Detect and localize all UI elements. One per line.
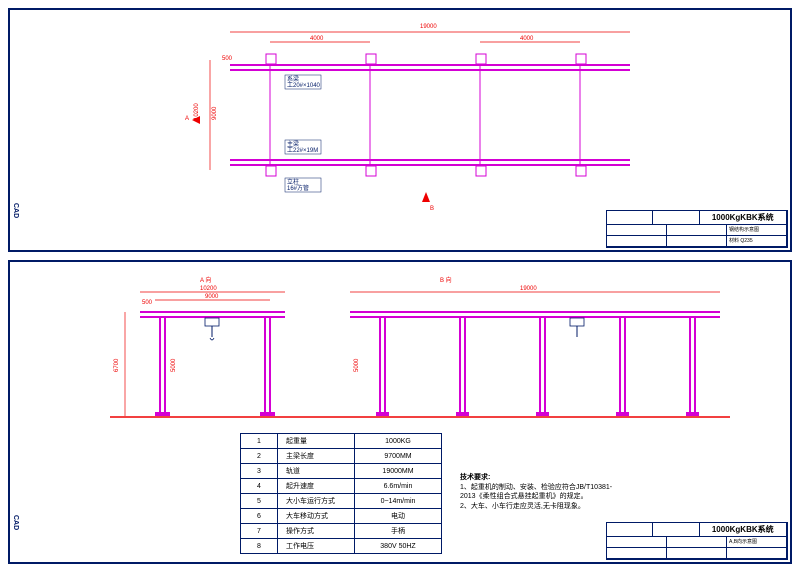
dim-end-offset: 500 (222, 56, 233, 62)
dim-a-span: 9000 (205, 294, 219, 300)
elev-label-a: A 向 (200, 276, 211, 284)
notes-line1: 1、起重机的制动、安装、检验应符合JB/T10381-2013《柔性组合式悬挂起… (460, 483, 620, 503)
dim-span-c: 4000 (520, 36, 534, 42)
tb-material: 材料 Q235 (727, 236, 787, 246)
notes-heading: 技术要求: (460, 473, 620, 483)
elev-label-b: B 向 (440, 276, 452, 284)
dim-total-length: 19000 (420, 24, 437, 30)
note-1a: 系梁 (287, 75, 299, 83)
dim-a-height: 6700 (114, 358, 120, 372)
tb-title: 1000KgKBK系统 (700, 211, 788, 224)
note-2a: 主梁 (287, 140, 299, 148)
label-b: B (430, 206, 434, 212)
dim-a-clear: 5000 (171, 358, 177, 372)
tb-subtitle-top: 钢结构示意图 (727, 225, 787, 235)
notes-line2: 2、大车、小车行走应灵活,无卡阻现象。 (460, 502, 620, 512)
dim-width-inner: 9000 (212, 106, 218, 120)
dim-span-a: 4000 (310, 36, 324, 42)
label-a: A (185, 116, 189, 122)
elevation-frame: CAD A 向 B 向 10200 9000 500 6700 5000 190… (8, 260, 792, 564)
title-block-top: 1000KgKBK系统 钢结构示意图 材料 Q235 (606, 210, 788, 248)
tech-notes: 技术要求: 1、起重机的制动、安装、检验应符合JB/T10381-2013《柔性… (460, 473, 620, 512)
b-columns (376, 317, 699, 416)
note-3a: 立柱 (287, 178, 299, 186)
note-3b: 16#方管 (287, 184, 309, 192)
dim-b-clear: 5000 (354, 358, 360, 372)
note-1b: 工20#×1040 (287, 82, 321, 89)
dim-a-width: 10200 (200, 286, 217, 292)
title-block-bottom: 1000KgKBK系统 A,B向示意图 (606, 522, 788, 560)
dim-b-length: 19000 (520, 286, 537, 292)
cad-label: CAD (10, 201, 21, 220)
tb-subtitle-elev: A,B向示意图 (727, 537, 787, 547)
tb-title-2: 1000KgKBK系统 (700, 523, 788, 536)
top-drawing-frame: CAD 19000 4000 4000 10200 9000 500 A (8, 8, 792, 252)
dim-a-end: 500 (142, 300, 153, 306)
note-2b: 工22#×19M (287, 147, 318, 154)
spec-table: 1起重量1000KG 2主梁长度9700MM 3轨道19000MM 4起升速度6… (240, 433, 442, 554)
cad-label-2: CAD (10, 513, 21, 532)
